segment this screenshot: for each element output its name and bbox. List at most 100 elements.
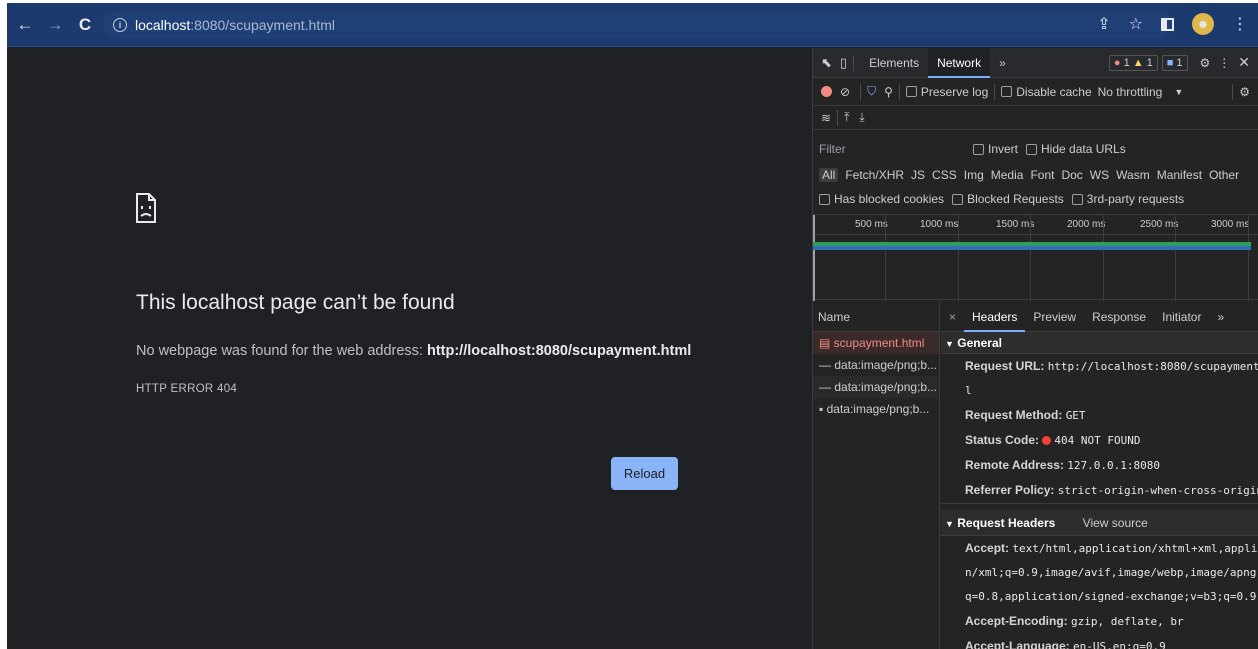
request-item[interactable]: — data:image/png;b...	[813, 376, 939, 398]
blocked-requests-checkbox[interactable]	[952, 193, 964, 205]
settings-gear-icon[interactable]: ⚙	[1200, 56, 1211, 70]
filter-input[interactable]: Filter	[813, 139, 963, 159]
type-filter-css[interactable]: CSS	[932, 168, 957, 182]
dash-icon: —	[819, 380, 835, 394]
share-icon[interactable]: ⇪	[1097, 14, 1110, 34]
network-settings-gear-icon[interactable]: ⚙	[1239, 85, 1250, 99]
tab-more-details[interactable]: »	[1209, 302, 1232, 332]
network-conditions-icon[interactable]: ≋	[821, 111, 831, 125]
accept-value: text/html,application/xhtml+xml,applicat…	[1012, 542, 1258, 555]
request-headers-section-header[interactable]: ▼ Request Headers View source	[941, 510, 1258, 536]
type-filter-js[interactable]: JS	[911, 168, 925, 182]
type-filter-media[interactable]: Media	[991, 168, 1024, 182]
request-url-row: Request URL: http://localhost:8080/scupa…	[941, 354, 1258, 379]
has-blocked-cookies-checkbox[interactable]	[819, 193, 830, 205]
type-filter-img[interactable]: Img	[964, 168, 984, 182]
clear-icon[interactable]: ⊘	[840, 85, 850, 99]
tab-network[interactable]: Network	[928, 47, 991, 78]
issues-badge[interactable]: ● 1 ▲ 1	[1108, 54, 1158, 71]
type-filter-manifest[interactable]: Manifest	[1157, 168, 1202, 182]
accept-row: Accept: text/html,application/xhtml+xml,…	[941, 536, 1258, 561]
bookmark-star-icon[interactable]: ☆	[1129, 14, 1143, 34]
export-har-icon[interactable]: ⤓	[859, 110, 864, 125]
filter-icon[interactable]: ⛉	[867, 84, 876, 99]
devtools-panel: ⬉ ▯ Elements Network » ● 1 ▲ 1 ■ 1 ⚙ ⋮ ✕ ⊘ …	[812, 47, 1258, 649]
tab-headers[interactable]: Headers	[964, 302, 1026, 332]
divider	[853, 54, 855, 71]
request-details: × Headers Preview Response Initiator » ▼…	[941, 302, 1258, 649]
close-details-icon[interactable]: ×	[941, 302, 964, 332]
request-item[interactable]: — data:image/png;b...	[813, 354, 939, 376]
error-icon: ●	[1113, 56, 1121, 69]
request-item[interactable]: ▪ data:image/png;b...	[813, 398, 939, 420]
reload-button[interactable]: Reload	[611, 457, 678, 490]
blocked-requests-label: Blocked Requests	[967, 192, 1064, 206]
tab-response[interactable]: Response	[1084, 302, 1154, 332]
menu-kebab-icon[interactable]: ⋮	[1232, 14, 1248, 34]
resource-type-filters: All Fetch/XHR JS CSS Img Media Font Doc …	[813, 164, 1258, 186]
timeline-label: 2000 ms	[1067, 219, 1106, 230]
url-host: localhost	[135, 17, 191, 33]
type-filter-other[interactable]: Other	[1209, 168, 1239, 182]
type-filter-all[interactable]: All	[819, 168, 839, 182]
chevron-down-icon[interactable]: ▼	[1174, 87, 1183, 97]
divider	[994, 83, 996, 100]
request-item[interactable]: ▤ scupayment.html	[813, 332, 939, 354]
divider	[898, 83, 900, 100]
tab-elements[interactable]: Elements	[860, 48, 928, 78]
device-toolbar-icon[interactable]: ▯	[840, 55, 847, 71]
tab-preview[interactable]: Preview	[1025, 302, 1084, 332]
throttling-select[interactable]: No throttling	[1098, 85, 1163, 99]
timeline-gridline	[1248, 215, 1249, 301]
remote-address-key: Remote Address:	[965, 458, 1064, 472]
image-icon: ▪	[819, 402, 827, 416]
third-party-checkbox[interactable]	[1071, 193, 1083, 205]
status-error-icon	[1042, 436, 1052, 446]
type-filter-font[interactable]: Font	[1030, 168, 1054, 182]
back-icon[interactable]: ←	[13, 15, 37, 35]
toolbar-actions: ⇪ ☆ ☻ ⋮	[1097, 13, 1248, 35]
close-icon[interactable]: ✕	[1238, 54, 1250, 71]
general-section-header[interactable]: ▼ General	[941, 332, 1258, 354]
request-method-value: GET	[1065, 409, 1086, 422]
address-bar[interactable]: i localhost :8080/scupayment.html	[103, 11, 1173, 39]
import-har-icon[interactable]: ⤒	[844, 110, 849, 125]
has-blocked-cookies-label: Has blocked cookies	[834, 192, 945, 206]
devtools-menu-icon[interactable]: ⋮	[1218, 56, 1230, 70]
info-icon[interactable]: i	[113, 18, 127, 32]
accept-language-row: Accept-Language: en-US,en;q=0.9	[941, 634, 1258, 649]
sidepanel-icon[interactable]	[1161, 17, 1174, 31]
tab-initiator[interactable]: Initiator	[1154, 302, 1209, 332]
hide-data-urls-checkbox[interactable]	[1026, 143, 1038, 155]
info-badge[interactable]: ■ 1	[1161, 54, 1188, 71]
search-icon[interactable]: ⚲	[884, 85, 893, 99]
name-column-header[interactable]: Name	[813, 302, 939, 332]
preserve-log-checkbox[interactable]	[905, 86, 917, 97]
view-source-link[interactable]: View source	[1083, 516, 1148, 530]
error-url: http://localhost:8080/scupayment.html	[426, 343, 692, 359]
network-timeline-overview[interactable]: 500 ms 1000 ms 1500 ms 2000 ms 2500 ms 3…	[813, 214, 1258, 301]
invert-checkbox[interactable]	[973, 143, 984, 155]
reload-icon[interactable]: C	[73, 15, 97, 35]
type-filter-wasm[interactable]: Wasm	[1116, 168, 1150, 182]
disable-cache-checkbox[interactable]	[1001, 86, 1013, 97]
sad-page-icon	[136, 193, 156, 223]
hide-data-urls-label: Hide data URLs	[1041, 142, 1126, 156]
timeline-gridline	[958, 215, 959, 301]
accept-language-key: Accept-Language:	[965, 639, 1070, 649]
request-url-value: http://localhost:8080/scupayment.htm	[1047, 360, 1258, 373]
record-icon[interactable]	[821, 86, 832, 97]
accept-encoding-value: gzip, deflate, br	[1071, 615, 1184, 628]
profile-avatar[interactable]: ☻	[1192, 13, 1214, 35]
accept-value-wrap: q=0.8,application/signed-exchange;v=b3;q…	[965, 590, 1257, 603]
inspect-icon[interactable]: ⬉	[821, 55, 832, 71]
error-description-text: No webpage was found for the web address…	[136, 343, 427, 359]
tab-more[interactable]: »	[990, 48, 1015, 78]
type-filter-doc[interactable]: Doc	[1061, 168, 1082, 182]
timeline-bar-blue	[813, 246, 1251, 250]
type-filter-fetch[interactable]: Fetch/XHR	[845, 168, 904, 182]
type-filter-ws[interactable]: WS	[1090, 168, 1109, 182]
request-url-key: Request URL:	[965, 359, 1045, 373]
caret-down-icon: ▼	[945, 519, 954, 529]
forward-icon[interactable]: →	[43, 15, 67, 35]
